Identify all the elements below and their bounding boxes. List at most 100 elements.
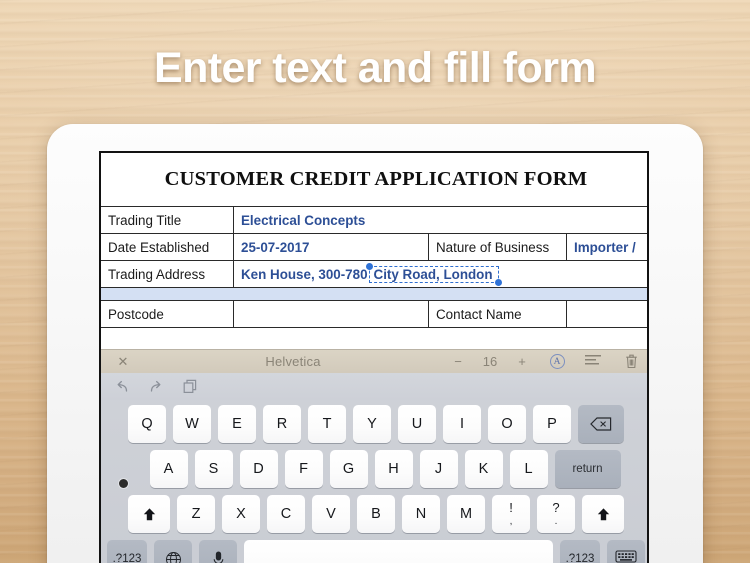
tablet-screen: CUSTOMER CREDIT APPLICATION FORM Trading… xyxy=(99,151,649,563)
form-row-postcode: Postcode Contact Name xyxy=(101,301,647,328)
key-i[interactable]: I xyxy=(443,405,481,443)
credit-application-form: CUSTOMER CREDIT APPLICATION FORM Trading… xyxy=(101,153,647,328)
font-size-value: 16 xyxy=(482,354,498,369)
value-nature-of-business[interactable]: Importer / xyxy=(567,234,647,260)
globe-glyph xyxy=(165,551,181,563)
trash-glyph xyxy=(625,354,637,369)
keyboard-row-2: A S D F G H J K L return xyxy=(101,450,647,488)
key-q[interactable]: Q xyxy=(128,405,166,443)
decrease-font-size-button[interactable]: − xyxy=(441,350,475,374)
front-camera-icon xyxy=(119,479,128,488)
form-row-trading-title: Trading Title Electrical Concepts xyxy=(101,207,647,234)
key-p[interactable]: P xyxy=(533,405,571,443)
form-row-date-established: Date Established 25-07-2017 Nature of Bu… xyxy=(101,234,647,261)
shift-glyph xyxy=(597,507,609,520)
key-question-period[interactable]: ? . xyxy=(537,495,575,533)
selection-handle-end[interactable] xyxy=(494,278,502,286)
key-o[interactable]: O xyxy=(488,405,526,443)
shift-glyph xyxy=(143,507,155,520)
shift-icon-left[interactable] xyxy=(128,495,170,533)
duplicate-glyph xyxy=(183,379,197,393)
key-question-label: ? xyxy=(552,500,560,515)
numeric-mode-key-left[interactable]: .?123 xyxy=(107,540,147,563)
numeric-mode-key-right[interactable]: .?123 xyxy=(560,540,600,563)
key-d[interactable]: D xyxy=(239,450,278,488)
home-button-icon[interactable] xyxy=(702,467,703,502)
backspace-icon[interactable] xyxy=(578,405,624,443)
key-v[interactable]: V xyxy=(312,495,350,533)
microphone-icon[interactable] xyxy=(199,540,237,563)
text-format-toolbar: ✕ Helvetica − 16 + A xyxy=(101,349,647,374)
hide-keyboard-icon[interactable] xyxy=(607,540,645,563)
text-selection-box[interactable]: City Road, London xyxy=(365,262,502,286)
key-k[interactable]: K xyxy=(464,450,503,488)
key-b[interactable]: B xyxy=(357,495,395,533)
value-contact-name[interactable] xyxy=(567,301,647,327)
key-t[interactable]: T xyxy=(308,405,346,443)
key-comma-label: , xyxy=(509,516,513,527)
shift-icon-right[interactable] xyxy=(582,495,624,533)
key-w[interactable]: W xyxy=(173,405,211,443)
label-trading-title: Trading Title xyxy=(101,207,234,233)
key-z[interactable]: Z xyxy=(177,495,215,533)
undo-icon[interactable] xyxy=(111,377,131,397)
label-contact-name: Contact Name xyxy=(429,301,567,327)
form-title: CUSTOMER CREDIT APPLICATION FORM xyxy=(101,153,647,207)
key-m[interactable]: M xyxy=(447,495,485,533)
tablet-device: CUSTOMER CREDIT APPLICATION FORM Trading… xyxy=(47,124,703,563)
key-e[interactable]: E xyxy=(218,405,256,443)
form-highlight-band xyxy=(101,288,647,301)
microphone-glyph xyxy=(213,550,223,563)
key-u[interactable]: U xyxy=(398,405,436,443)
label-trading-address: Trading Address xyxy=(101,261,234,287)
key-n[interactable]: N xyxy=(402,495,440,533)
address-prefix-text: Ken House, 300-780 xyxy=(241,266,368,282)
key-h[interactable]: H xyxy=(374,450,413,488)
keyboard-edit-row xyxy=(101,373,647,400)
selected-text: City Road, London xyxy=(373,266,493,282)
value-trading-address[interactable]: Ken House, 300-780 City Road, London xyxy=(234,261,647,287)
key-c[interactable]: C xyxy=(267,495,305,533)
key-g[interactable]: G xyxy=(329,450,368,488)
key-period-label: . xyxy=(554,516,558,527)
key-exclamation-comma[interactable]: ! , xyxy=(492,495,530,533)
redo-icon[interactable] xyxy=(146,377,166,397)
label-nature-of-business: Nature of Business xyxy=(429,234,567,260)
keyboard-row-4: .?123 .?123 xyxy=(101,540,647,563)
keyboard-row-1: Q W E R T Y U I O P xyxy=(101,405,647,443)
hide-keyboard-glyph xyxy=(615,550,637,563)
label-postcode: Postcode xyxy=(101,301,234,327)
redo-glyph xyxy=(150,380,160,392)
trash-icon[interactable] xyxy=(611,350,647,374)
undo-glyph xyxy=(117,380,127,392)
backspace-glyph xyxy=(590,417,612,431)
key-x[interactable]: X xyxy=(222,495,260,533)
duplicate-icon[interactable] xyxy=(181,377,201,397)
globe-icon[interactable] xyxy=(154,540,192,563)
key-y[interactable]: Y xyxy=(353,405,391,443)
close-icon[interactable]: ✕ xyxy=(101,350,145,374)
text-color-button[interactable]: A xyxy=(539,350,575,374)
circled-a-icon: A xyxy=(549,354,565,369)
onscreen-keyboard: Q W E R T Y U I O P A S D F G H J K L re… xyxy=(101,373,647,563)
value-date-established[interactable]: 25-07-2017 xyxy=(234,234,429,260)
value-postcode[interactable] xyxy=(234,301,429,327)
key-j[interactable]: J xyxy=(419,450,458,488)
align-left-glyph xyxy=(585,355,601,365)
return-key[interactable]: return xyxy=(554,450,621,488)
selection-handle-start[interactable] xyxy=(365,262,373,270)
key-exclamation-label: ! xyxy=(509,500,513,515)
key-s[interactable]: S xyxy=(194,450,233,488)
space-key[interactable] xyxy=(244,540,553,563)
align-left-icon[interactable] xyxy=(575,350,611,374)
label-date-established: Date Established xyxy=(101,234,234,260)
increase-font-size-button[interactable]: + xyxy=(505,350,539,374)
key-l[interactable]: L xyxy=(509,450,548,488)
page-title: Enter text and fill form xyxy=(154,44,597,92)
key-f[interactable]: F xyxy=(284,450,323,488)
key-a[interactable]: A xyxy=(149,450,188,488)
key-r[interactable]: R xyxy=(263,405,301,443)
form-row-trading-address: Trading Address Ken House, 300-780 City … xyxy=(101,261,647,288)
value-trading-title[interactable]: Electrical Concepts xyxy=(234,207,647,233)
font-name-label[interactable]: Helvetica xyxy=(145,350,441,374)
